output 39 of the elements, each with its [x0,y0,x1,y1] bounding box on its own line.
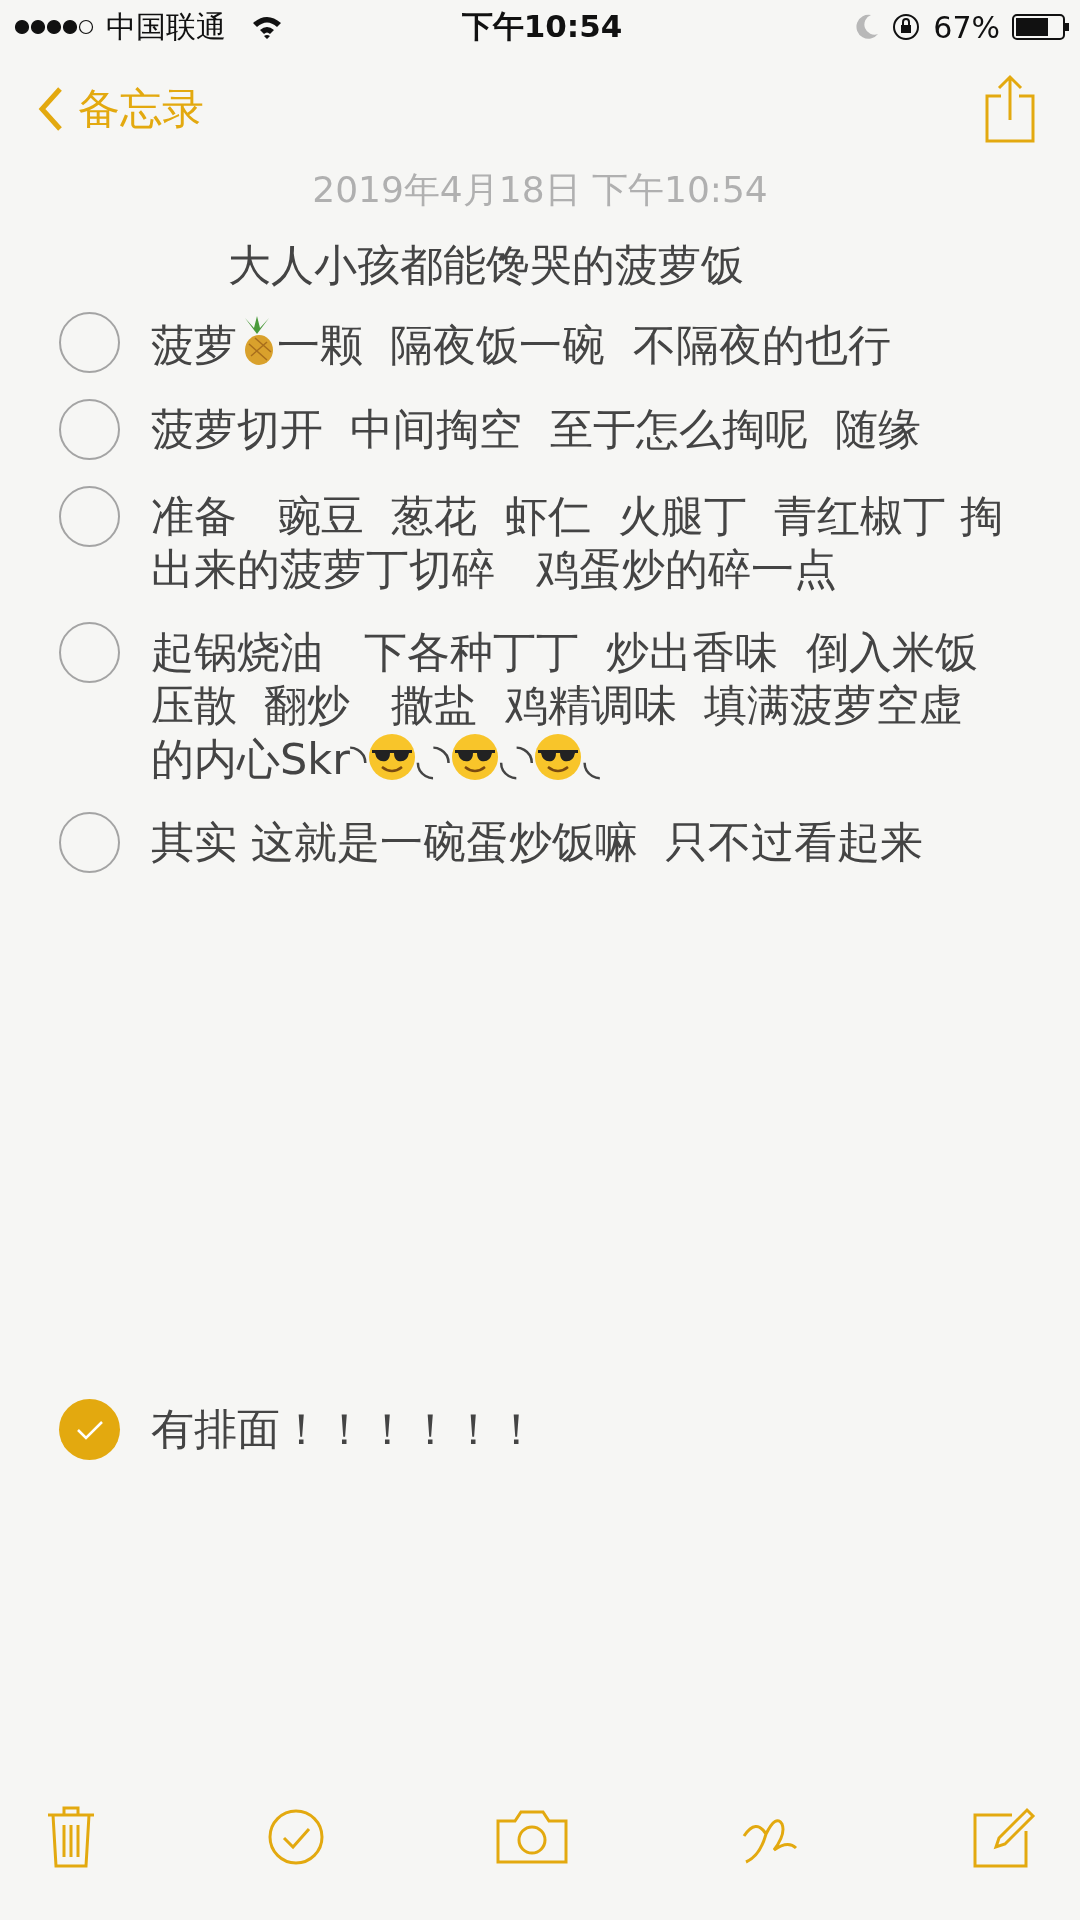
wifi-icon [252,15,282,39]
sunglasses-face-icon [449,732,500,782]
checklist-text: 压散 翻炒 撒盐 鸡精调味 填满菠萝空虚 [151,679,964,732]
signal-icon [14,19,94,35]
checklist-text: 准备 豌豆 葱花 虾仁 火腿丁 青红椒丁 掏出来的菠萝丁切碎 鸡蛋炒的碎一点 [151,491,1004,594]
camera-button[interactable] [495,1809,569,1865]
sunglasses-face-icon [366,732,417,782]
share-button[interactable] [984,74,1036,144]
moon-icon [855,14,880,40]
checklist-text: ◟◝ [499,734,534,784]
rotation-lock-icon [891,12,922,42]
checkbox[interactable] [59,622,120,683]
trash-button[interactable] [46,1805,96,1869]
carrier-name: 中国联通 [106,7,226,46]
checkbox[interactable] [59,1399,120,1460]
battery-icon [1012,14,1070,40]
clock-time: 下午10:54 [461,7,623,46]
checklist-text: 其实 这就是一碗蛋炒饭嘛 只不过看起来 [151,817,923,867]
checklist-text: 菠萝 [151,320,237,370]
note-title: 大人小孩都能馋哭的菠萝饭 [227,239,745,292]
checkbox[interactable] [59,312,120,373]
checklist-text: ◟ [583,734,600,784]
checkbox[interactable] [59,486,120,547]
checklist-text: 一颗 隔夜饭一碗 不隔夜的也行 [277,320,891,370]
checklist-text: 有排面！！！！！！ [151,1404,538,1454]
checklist-text: 起锅烧油 下各种丁丁 炒出香味 倒入米饭 [151,626,978,679]
back-chevron-icon [38,86,64,132]
checklist-text: 菠萝切开 中间掏空 至于怎么掏呢 随缘 [151,404,921,454]
compose-button[interactable] [972,1805,1036,1869]
checklist-button[interactable] [266,1808,325,1866]
checklist-text: 的内心Skr◝ [151,734,367,784]
note-date: 2019年4月18日 下午10:54 [311,168,769,212]
checkbox[interactable] [59,399,120,460]
battery-percent: 67% [933,9,1000,45]
check-icon [74,1418,105,1441]
checklist-text: ◟◝ [416,734,450,784]
sunglasses-face-icon [533,732,584,782]
checkbox[interactable] [59,812,120,873]
back-link[interactable]: 备忘录 [38,81,204,137]
